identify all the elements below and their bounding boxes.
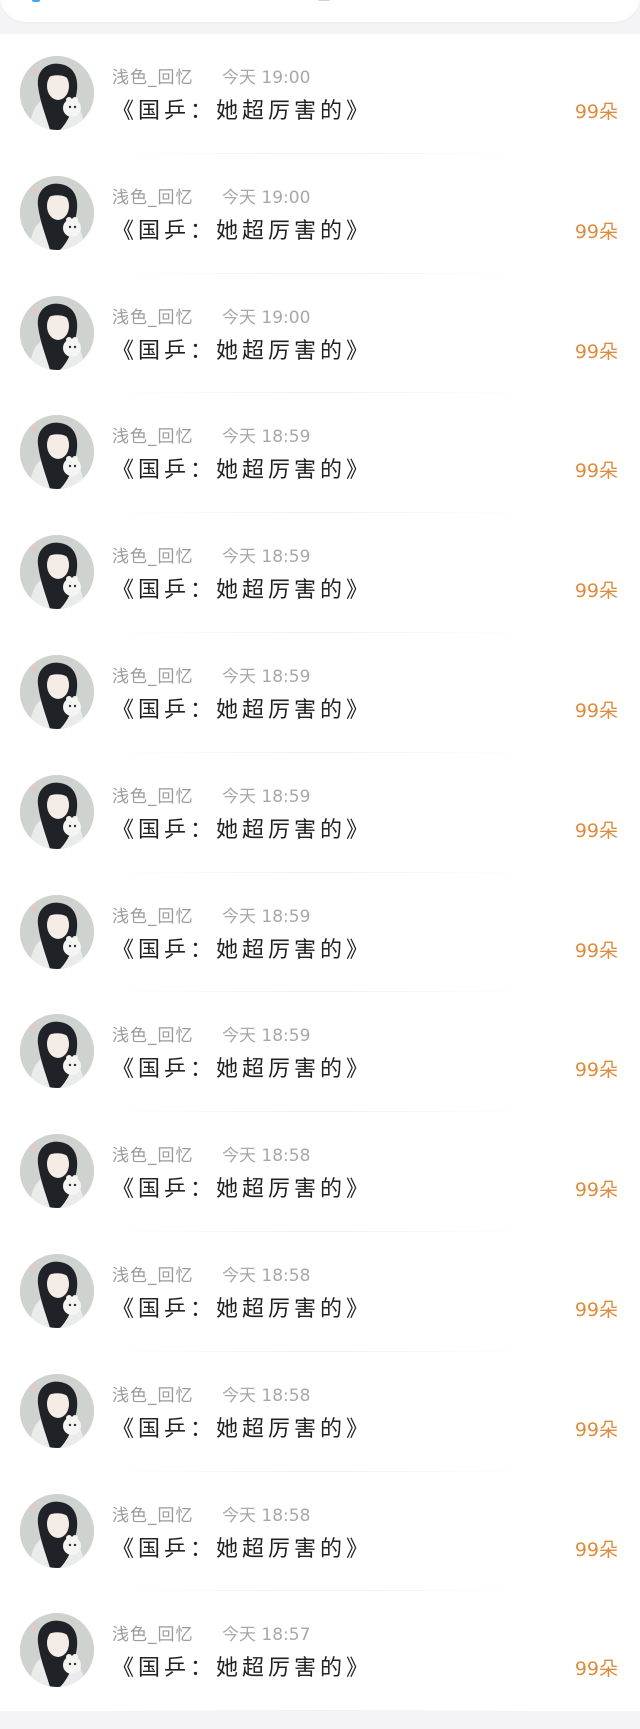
message-row[interactable]: 浅色_回忆 今天 18:59 《国乒：她超厉害的》 99朵 [0, 753, 640, 873]
message-title: 《国乒：她超厉害的》 [112, 1177, 373, 1203]
avatar[interactable] [20, 654, 94, 729]
message-row[interactable]: 浅色_回忆 今天 19:00 《国乒：她超厉害的》 99朵 [0, 34, 640, 154]
message-row[interactable]: 浅色_回忆 今天 18:59 《国乒：她超厉害的》 99朵 [0, 992, 640, 1112]
avatar[interactable] [20, 1253, 94, 1328]
message-row[interactable]: 浅色_回忆 今天 18:58 《国乒：她超厉害的》 99朵 [0, 1472, 640, 1592]
message-title: 《国乒：她超厉害的》 [112, 817, 373, 843]
message-title: 《国乒：她超厉害的》 [112, 338, 373, 364]
sender-name[interactable]: 浅色_回忆 [112, 1620, 194, 1645]
sender-name[interactable]: 浅色_回忆 [112, 1381, 194, 1406]
gift-amount: 99朵 [574, 1658, 618, 1681]
gift-amount: 99朵 [574, 1418, 618, 1441]
message-title: 《国乒：她超厉害的》 [112, 578, 373, 604]
message-title: 《国乒：她超厉害的》 [112, 218, 373, 244]
gift-message-list: 浅色_回忆 今天 19:00 《国乒：她超厉害的》 99朵 浅色_回忆 今天 19:00… [0, 34, 640, 1712]
avatar[interactable] [20, 774, 94, 849]
timestamp: 今天 19:00 [222, 187, 311, 208]
timestamp: 今天 18:59 [222, 547, 311, 568]
message-row[interactable]: 浅色_回忆 今天 18:59 《国乒：她超厉害的》 99朵 [0, 513, 640, 633]
message-row[interactable]: 浅色_回忆 今天 18:59 《国乒：她超厉害的》 99朵 [0, 393, 640, 513]
message-title: 《国乒：她超厉害的》 [112, 99, 373, 124]
top-card [0, 0, 640, 22]
avatar[interactable] [20, 1134, 94, 1209]
avatar[interactable] [20, 295, 94, 370]
avatar[interactable] [20, 415, 94, 490]
message-row[interactable]: 浅色_回忆 今天 18:57 《国乒：她超厉害的》 99朵 [0, 1591, 640, 1711]
timestamp: 今天 18:58 [222, 1146, 311, 1167]
timestamp: 今天 18:58 [222, 1505, 311, 1526]
message-title: 《国乒：她超厉害的》 [112, 1057, 373, 1083]
avatar[interactable] [20, 175, 94, 250]
timestamp: 今天 18:58 [222, 1265, 311, 1286]
gift-amount: 99朵 [574, 1179, 618, 1202]
message-title: 《国乒：她超厉害的》 [112, 1416, 373, 1442]
gift-amount: 99朵 [574, 1059, 618, 1082]
message-title: 《国乒：她超厉害的》 [112, 458, 373, 484]
avatar[interactable] [20, 1373, 94, 1448]
sender-name[interactable]: 浅色_回忆 [112, 422, 194, 447]
timestamp: 今天 18:57 [222, 1625, 311, 1646]
timestamp: 今天 19:00 [222, 307, 311, 328]
gift-amount: 99朵 [574, 580, 618, 603]
sender-name[interactable]: 浅色_回忆 [112, 183, 194, 208]
message-row[interactable]: 浅色_回忆 今天 18:58 《国乒：她超厉害的》 99朵 [0, 1112, 640, 1232]
sender-name[interactable]: 浅色_回忆 [112, 662, 194, 687]
sender-name[interactable]: 浅色_回忆 [112, 542, 194, 567]
timestamp: 今天 18:59 [222, 427, 311, 448]
avatar[interactable] [20, 894, 94, 969]
message-row[interactable]: 浅色_回忆 今天 18:59 《国乒：她超厉害的》 99朵 [0, 633, 640, 753]
sender-name[interactable]: 浅色_回忆 [112, 303, 194, 328]
message-row[interactable]: 浅色_回忆 今天 18:58 《国乒：她超厉害的》 99朵 [0, 1352, 640, 1472]
timestamp: 今天 18:59 [222, 1026, 311, 1047]
timestamp: 今天 18:59 [222, 786, 311, 807]
sender-name[interactable]: 浅色_回忆 [112, 1261, 194, 1286]
avatar[interactable] [20, 1613, 94, 1688]
gift-amount: 99朵 [574, 101, 618, 123]
gift-amount: 99朵 [574, 1538, 618, 1561]
message-title: 《国乒：她超厉害的》 [112, 697, 373, 723]
gift-amount: 99朵 [574, 340, 618, 363]
sender-name[interactable]: 浅色_回忆 [112, 782, 194, 807]
gift-amount: 99朵 [574, 460, 618, 483]
tab-indicator [32, 0, 40, 2]
gift-amount: 99朵 [574, 939, 618, 962]
avatar[interactable] [20, 1493, 94, 1568]
message-title: 《国乒：她超厉害的》 [112, 937, 373, 963]
sender-name[interactable]: 浅色_回忆 [112, 1021, 194, 1046]
gift-amount: 99朵 [574, 699, 618, 722]
avatar[interactable] [20, 535, 94, 610]
timestamp: 今天 18:59 [222, 666, 311, 687]
avatar[interactable] [20, 56, 94, 130]
sender-name[interactable]: 浅色_回忆 [112, 902, 194, 927]
timestamp: 今天 19:00 [222, 68, 311, 88]
gift-amount: 99朵 [574, 1298, 618, 1321]
gift-amount: 99朵 [574, 819, 618, 842]
gift-amount: 99朵 [574, 220, 618, 243]
message-title: 《国乒：她超厉害的》 [112, 1536, 373, 1562]
sender-name[interactable]: 浅色_回忆 [112, 1501, 194, 1526]
message-title: 《国乒：她超厉害的》 [112, 1656, 373, 1682]
avatar[interactable] [20, 1014, 94, 1089]
message-row[interactable]: 浅色_回忆 今天 19:00 《国乒：她超厉害的》 99朵 [0, 274, 640, 394]
top-card-mark [318, 0, 330, 1]
message-row[interactable]: 浅色_回忆 今天 18:58 《国乒：她超厉害的》 99朵 [0, 1232, 640, 1352]
timestamp: 今天 18:59 [222, 906, 311, 927]
timestamp: 今天 18:58 [222, 1385, 311, 1406]
sender-name[interactable]: 浅色_回忆 [112, 63, 194, 88]
sender-name[interactable]: 浅色_回忆 [112, 1141, 194, 1166]
message-row[interactable]: 浅色_回忆 今天 19:00 《国乒：她超厉害的》 99朵 [0, 154, 640, 274]
message-title: 《国乒：她超厉害的》 [112, 1296, 373, 1322]
message-row[interactable]: 浅色_回忆 今天 18:59 《国乒：她超厉害的》 99朵 [0, 873, 640, 993]
